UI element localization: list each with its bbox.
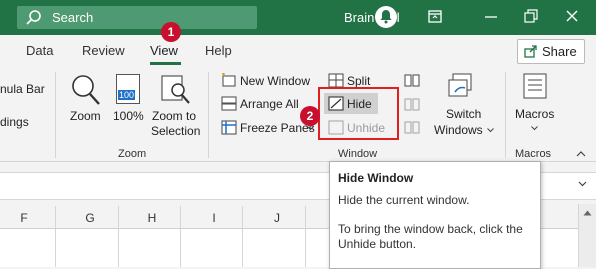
tab-view[interactable]: View	[150, 43, 178, 58]
column-divider	[55, 206, 56, 267]
search-icon	[26, 10, 41, 25]
column-header[interactable]: H	[146, 211, 158, 225]
window-group-label: Window	[338, 148, 378, 160]
group-separator	[505, 72, 506, 158]
active-tab-indicator	[150, 62, 181, 65]
macros-icon	[523, 73, 547, 99]
column-header[interactable]: F	[18, 211, 30, 225]
column-divider	[242, 206, 243, 267]
windows-label: Windows	[434, 123, 483, 137]
zoom-to-label: Zoom to	[152, 109, 197, 123]
column-divider	[305, 206, 306, 267]
column-header[interactable]: G	[84, 211, 96, 225]
hide-window-tooltip: Hide Window Hide the current window. To …	[329, 161, 541, 269]
freeze-panes-icon	[221, 120, 237, 135]
tab-review[interactable]: Review	[82, 43, 125, 58]
formula-bar-option[interactable]: nula Bar	[0, 82, 45, 96]
ribbon-display-icon[interactable]	[424, 7, 446, 27]
ribbon-tabs: Data Review View Help	[0, 35, 596, 68]
share-label: Share	[542, 44, 577, 59]
tooltip-description: Hide the current window.	[338, 193, 470, 207]
vertical-scrollbar[interactable]	[578, 204, 596, 267]
collapse-ribbon-icon[interactable]	[576, 150, 586, 157]
chevron-down-icon	[307, 126, 314, 131]
group-separator	[55, 72, 56, 158]
macros-group-label: Macros	[515, 148, 552, 160]
chevron-down-icon	[487, 128, 494, 133]
close-icon[interactable]	[561, 7, 583, 27]
zoom-to-selection-icon	[161, 75, 190, 104]
zoom-label: Zoom	[70, 109, 101, 123]
split-icon	[328, 73, 344, 88]
column-header[interactable]: J	[271, 211, 283, 225]
search-box[interactable]: Search	[17, 6, 257, 29]
macros-label: Macros	[515, 107, 555, 121]
switch-windows-icon	[448, 73, 472, 97]
zoom-100-label: 100%	[113, 109, 144, 123]
tooltip-hint-line-2: Unhide button.	[338, 237, 417, 251]
reset-window-position-icon[interactable]	[404, 120, 420, 135]
new-window-icon	[222, 73, 236, 87]
tooltip-hint-line-1: To bring the window back, click the	[338, 222, 523, 236]
tooltip-title: Hide Window	[338, 171, 414, 185]
title-bar: Search Brain Bell	[0, 0, 596, 35]
synchronous-scrolling-icon[interactable]	[404, 97, 420, 112]
selection-label: Selection	[151, 124, 201, 138]
zoom-group-label: Zoom	[118, 148, 147, 160]
new-window-label: New Window	[240, 74, 311, 88]
magnifier-icon	[72, 75, 100, 105]
column-divider	[118, 206, 119, 267]
highlight-box	[318, 87, 399, 140]
split-label: Split	[347, 74, 371, 88]
column-header[interactable]: I	[208, 211, 220, 225]
view-side-by-side-icon[interactable]	[404, 73, 420, 88]
headings-option[interactable]: dings	[0, 115, 29, 129]
share-icon	[524, 45, 537, 58]
column-divider	[180, 206, 181, 267]
tab-help[interactable]: Help	[205, 43, 232, 58]
share-button[interactable]: Share	[517, 39, 585, 64]
arrange-all-label: Arrange All	[240, 97, 299, 111]
group-separator	[208, 72, 209, 158]
arrange-all-icon	[221, 96, 237, 111]
bell-icon[interactable]	[374, 5, 398, 29]
switch-label: Switch	[446, 107, 482, 121]
scroll-up-icon[interactable]	[583, 210, 592, 216]
callout-badge-1: 1	[161, 22, 181, 42]
badge-100: 100	[118, 90, 136, 100]
minimize-icon[interactable]	[480, 7, 502, 27]
restore-icon[interactable]	[520, 7, 542, 27]
search-label: Search	[52, 10, 94, 25]
tab-data[interactable]: Data	[26, 43, 53, 58]
expand-formula-bar-icon[interactable]	[578, 181, 587, 187]
page-100-icon: 100	[116, 74, 140, 104]
chevron-down-icon	[531, 126, 538, 131]
callout-badge-2: 2	[300, 106, 320, 126]
